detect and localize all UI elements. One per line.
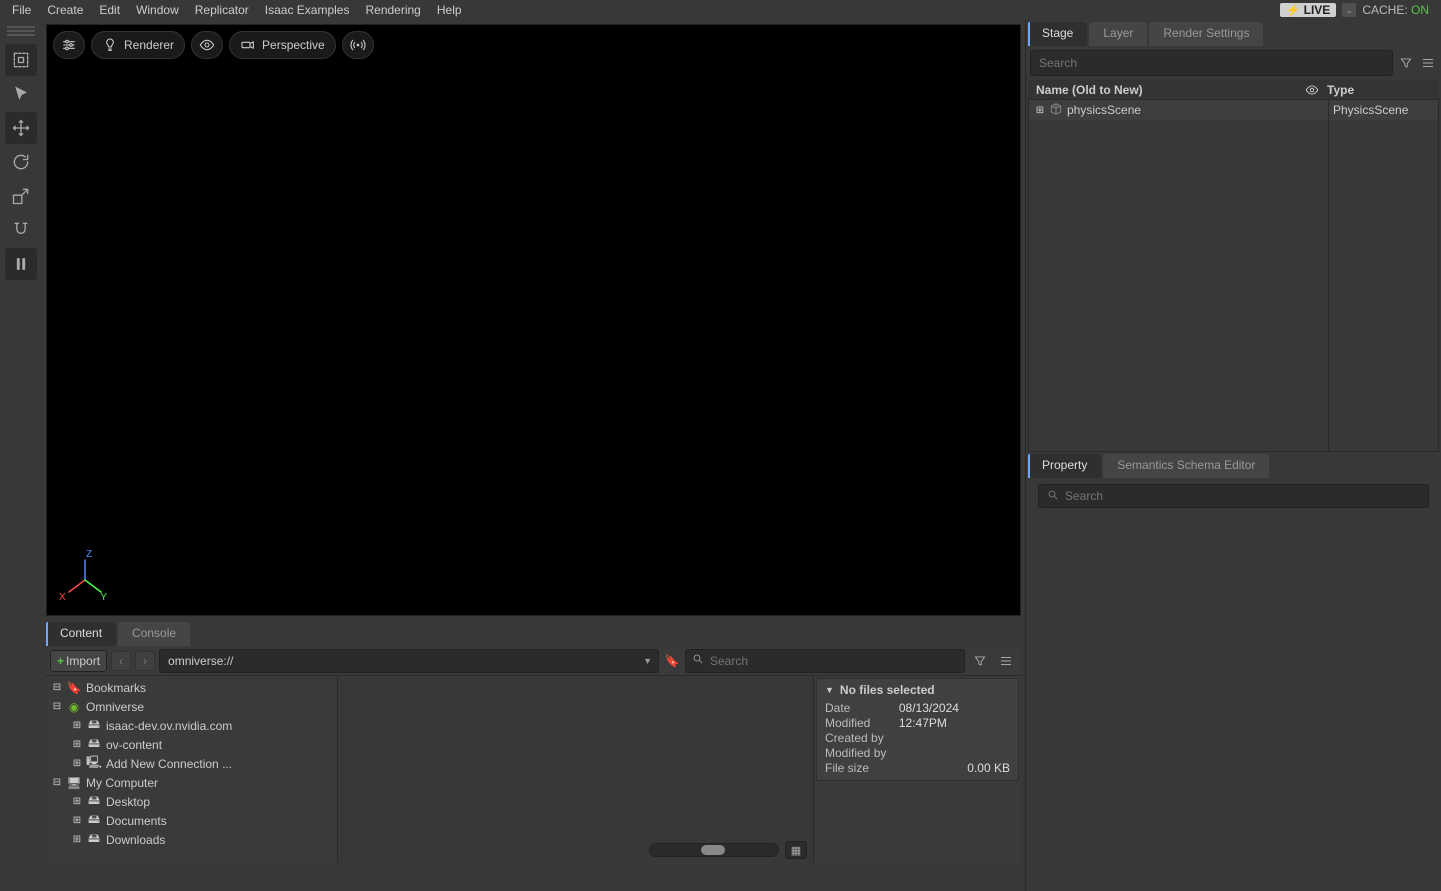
status-bar	[42, 865, 1025, 891]
snap-button[interactable]	[5, 214, 37, 246]
viewport-toolbar: Renderer Perspective	[47, 25, 1020, 65]
property-panel: Property Semantics Schema Editor	[1028, 454, 1439, 889]
bookmark-icon: 🔖	[66, 681, 82, 695]
filter-button[interactable]	[969, 650, 991, 672]
stage-search[interactable]	[1030, 50, 1393, 76]
stage-row-type: PhysicsScene	[1329, 100, 1438, 120]
add-server-icon: 🖳	[86, 753, 102, 774]
tree-add-connection[interactable]: ⊞🖳Add New Connection ...	[46, 754, 337, 773]
stage-col-eye[interactable]	[1297, 83, 1327, 97]
menu-edit[interactable]: Edit	[91, 1, 128, 19]
tab-console[interactable]: Console	[118, 622, 190, 646]
pause-button[interactable]	[5, 248, 37, 280]
viewport-settings-button[interactable]	[53, 31, 85, 59]
tab-content[interactable]: Content	[46, 622, 116, 646]
drive-icon: 🖴	[86, 810, 102, 831]
prim-icon	[1049, 102, 1063, 119]
stage-panel: Stage Layer Render Settings Name (Old to…	[1028, 22, 1439, 452]
content-search[interactable]	[685, 649, 965, 673]
zoom-slider[interactable]	[649, 843, 779, 857]
scale-button[interactable]	[5, 180, 37, 212]
options-button[interactable]	[995, 650, 1017, 672]
live-badge[interactable]: ⚡LIVE	[1280, 3, 1337, 17]
stage-header: Name (Old to New) Type	[1028, 80, 1439, 100]
stage-filter-button[interactable]	[1395, 52, 1417, 74]
content-panel: Content Console +Import ‹ › omniverse://…	[42, 620, 1025, 865]
plus-icon: +	[57, 654, 64, 668]
chevron-down-icon: ▼	[825, 685, 834, 695]
menu-file[interactable]: File	[4, 1, 39, 19]
bookmark-icon[interactable]: 🔖	[663, 654, 681, 668]
camera-button[interactable]: Perspective	[229, 31, 336, 59]
menu-isaac-examples[interactable]: Isaac Examples	[257, 1, 358, 19]
bolt-icon: ⚡	[1286, 3, 1301, 17]
left-toolbar	[0, 20, 42, 891]
menu-bar: File Create Edit Window Replicator Isaac…	[0, 0, 1441, 20]
tree-omniverse[interactable]: ⊟◉Omniverse	[46, 697, 337, 716]
stage-search-input[interactable]	[1039, 56, 1384, 70]
stage-row-physicsscene[interactable]: ⊞ physicsScene	[1029, 100, 1328, 120]
rotate-button[interactable]	[5, 146, 37, 178]
content-grid[interactable]: ▦	[338, 676, 813, 863]
tab-semantics[interactable]: Semantics Schema Editor	[1103, 454, 1269, 478]
move-button[interactable]	[5, 112, 37, 144]
content-tree: ⊟🔖Bookmarks ⊟◉Omniverse ⊞🖴isaac-dev.ov.n…	[46, 676, 338, 863]
tree-desktop[interactable]: ⊞🖴Desktop	[46, 792, 337, 811]
tab-property[interactable]: Property	[1028, 454, 1101, 478]
axis-lines-icon	[65, 558, 105, 598]
stage-col-type[interactable]: Type	[1327, 83, 1431, 97]
viewport[interactable]: Renderer Perspective Z X Y	[46, 24, 1021, 616]
tab-stage[interactable]: Stage	[1028, 22, 1087, 46]
search-icon	[692, 653, 704, 668]
tree-bookmarks[interactable]: ⊟🔖Bookmarks	[46, 678, 337, 697]
axis-gizmo[interactable]: Z X Y	[59, 553, 119, 603]
content-details: ▼No files selected Date Modified08/13/20…	[813, 676, 1021, 863]
renderer-button[interactable]: Renderer	[91, 31, 185, 59]
select-prim-button[interactable]	[5, 44, 37, 76]
drive-icon: 🖴	[86, 829, 102, 850]
tree-documents[interactable]: ⊞🖴Documents	[46, 811, 337, 830]
tree-downloads[interactable]: ⊞🖴Downloads	[46, 830, 337, 849]
omniverse-icon: ◉	[66, 700, 82, 714]
visibility-button[interactable]	[191, 31, 223, 59]
server-icon: 🖴	[86, 715, 102, 736]
menu-window[interactable]: Window	[128, 1, 187, 19]
nav-back-button[interactable]: ‹	[111, 651, 131, 671]
menu-rendering[interactable]: Rendering	[357, 1, 428, 19]
path-field[interactable]: omniverse://▼	[159, 649, 659, 673]
stage-col-name[interactable]: Name (Old to New)	[1036, 83, 1297, 97]
tab-layer[interactable]: Layer	[1089, 22, 1147, 46]
nav-forward-button[interactable]: ›	[135, 651, 155, 671]
tree-omni-server2[interactable]: ⊞🖴ov-content	[46, 735, 337, 754]
tab-render-settings[interactable]: Render Settings	[1149, 22, 1263, 46]
property-search[interactable]	[1038, 484, 1429, 508]
broadcast-button[interactable]	[342, 31, 374, 59]
content-toolbar: +Import ‹ › omniverse://▼ 🔖	[46, 646, 1021, 676]
menu-help[interactable]: Help	[429, 1, 470, 19]
content-search-input[interactable]	[710, 654, 958, 668]
search-icon	[1047, 489, 1059, 504]
view-mode-button[interactable]: ▦	[785, 841, 807, 859]
menu-create[interactable]: Create	[39, 1, 91, 19]
tree-omni-server1[interactable]: ⊞🖴isaac-dev.ov.nvidia.com	[46, 716, 337, 735]
pointer-button[interactable]	[5, 78, 37, 110]
tree-mycomputer[interactable]: ⊟🖥My Computer	[46, 773, 337, 792]
computer-icon: 🖥	[66, 776, 82, 790]
property-search-input[interactable]	[1065, 489, 1420, 503]
chevron-down-icon: ▼	[643, 656, 652, 666]
drive-icon: 🖴	[86, 791, 102, 812]
cache-label: CACHE: ON	[1362, 3, 1429, 17]
stage-options-button[interactable]	[1417, 52, 1439, 74]
toolbar-grip[interactable]	[7, 24, 35, 38]
import-button[interactable]: +Import	[50, 650, 107, 672]
server-icon: 🖴	[86, 734, 102, 755]
live-dropdown[interactable]: ⌄	[1342, 3, 1356, 17]
menu-replicator[interactable]: Replicator	[187, 1, 257, 19]
